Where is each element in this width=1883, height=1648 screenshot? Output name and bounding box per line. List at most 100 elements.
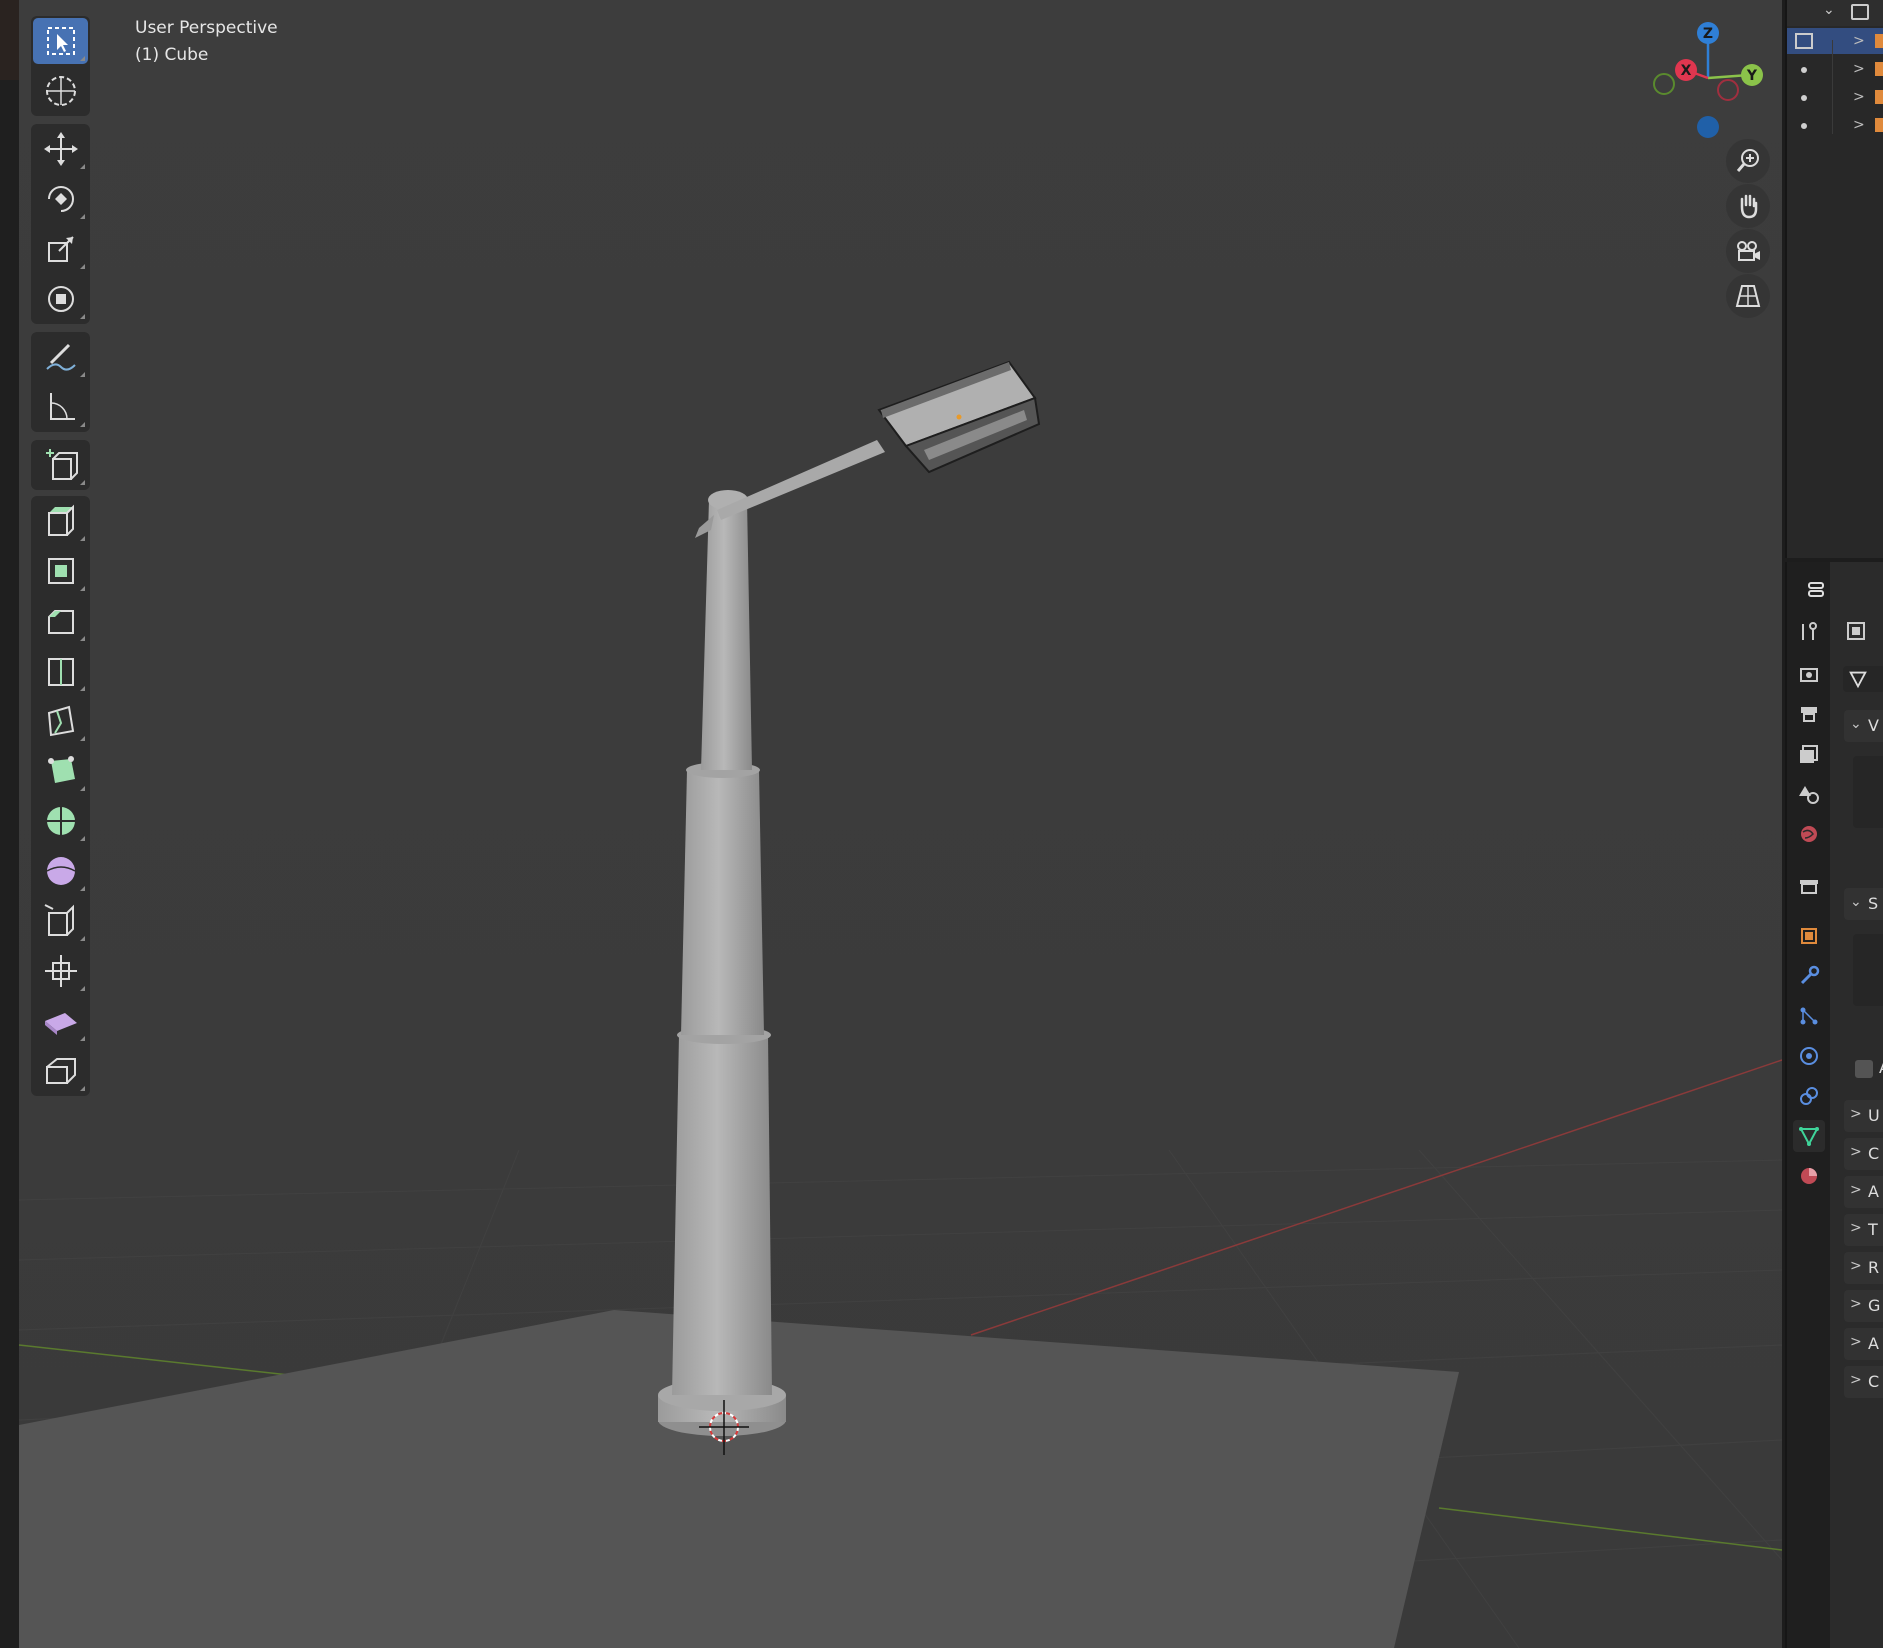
gizmo-y-label: Y [1746,68,1758,84]
tab-output[interactable] [1793,698,1825,730]
auto-smooth-checkbox[interactable] [1855,1060,1873,1078]
expand-icon[interactable]: > [1853,117,1865,133]
left-edge-strip [0,0,19,1648]
knife-tool[interactable] [33,698,88,744]
panel-remesh[interactable]: > R [1844,1252,1883,1284]
tab-particles[interactable] [1793,1000,1825,1032]
tab-render[interactable] [1793,658,1825,690]
tab-object[interactable] [1793,920,1825,952]
tab-scene[interactable] [1793,778,1825,810]
select-box-tool[interactable] [33,18,88,64]
panel-vertex-groups[interactable]: ⌄ V [1844,710,1883,742]
tab-world[interactable] [1793,818,1825,850]
shear-icon [44,1013,77,1035]
tab-collection[interactable] [1793,870,1825,902]
cursor-icon [45,76,76,106]
spin-tool[interactable] [33,798,88,844]
mesh-data-small-icon [1849,671,1867,689]
pan-button[interactable] [1726,184,1770,228]
tab-data[interactable] [1793,1120,1825,1152]
gizmo-neg-y[interactable] [1653,73,1675,95]
shape-keys-list[interactable] [1853,934,1883,1006]
perspective-toggle-button[interactable] [1726,274,1770,318]
panel-texture-space[interactable]: > T [1844,1214,1883,1246]
rip-region-tool[interactable] [33,1048,88,1094]
outliner-panel: ⌄ > > > > [1785,0,1883,558]
panel-animation[interactable]: > A [1844,1328,1883,1360]
blender-window: User Perspective (1) Cube Z Y X ⌄ > > > … [0,0,1883,1648]
expand-icon[interactable]: > [1853,61,1865,77]
scale-tool[interactable] [33,226,88,272]
gizmo-x-label: X [1681,63,1692,79]
extrude-tool[interactable] [33,498,88,544]
zoom-button[interactable] [1726,139,1770,183]
chevron-right-icon: > [1850,1144,1862,1160]
physics-icon [1800,1047,1818,1065]
camera-view-button[interactable] [1726,229,1770,273]
inset-icon [47,558,74,584]
move-tool[interactable] [33,126,88,172]
3d-viewport[interactable]: User Perspective (1) Cube [19,0,1782,1648]
gizmo-neg-z[interactable] [1697,116,1719,138]
bevel-tool[interactable] [33,598,88,644]
vertex-groups-list[interactable] [1853,756,1883,828]
transform-tool[interactable] [33,276,88,322]
panel-shape-keys[interactable]: ⌄ S [1844,888,1883,920]
view-layer-icon [1800,745,1818,763]
outliner-header: ⌄ [1787,0,1883,26]
shrink-fatten-tool[interactable] [33,948,88,994]
panel-geometry-data[interactable]: > G [1844,1290,1883,1322]
tab-tool[interactable] [1793,616,1825,648]
tab-material[interactable] [1793,1160,1825,1192]
gizmo-neg-x[interactable] [1717,79,1739,101]
panel-uv-maps[interactable]: > U [1844,1100,1883,1132]
object-data-icon [1795,33,1813,49]
annotate-tool[interactable] [33,334,88,380]
spin-icon [46,807,75,835]
inset-tool[interactable] [33,548,88,594]
measure-tool[interactable] [33,384,88,430]
rotate-tool[interactable] [33,176,88,222]
smooth-icon [46,857,75,885]
shear-tool[interactable] [33,998,88,1044]
loop-cut-icon [47,658,74,686]
outliner-row[interactable]: > [1787,84,1883,110]
ruler-icon [49,393,75,420]
chevron-right-icon: > [1850,1182,1862,1198]
chevron-down-icon[interactable]: ⌄ [1823,2,1835,18]
tab-modifiers[interactable] [1793,960,1825,992]
rotate-icon [47,186,74,212]
scene-render [19,0,1782,1648]
poly-build-tool[interactable] [33,748,88,794]
panel-custom-properties[interactable]: > C [1844,1366,1883,1398]
expand-icon[interactable]: > [1853,33,1865,49]
expand-icon[interactable]: > [1853,89,1865,105]
checkbox-label: A [1879,1058,1883,1077]
edge-slide-tool[interactable] [33,898,88,944]
constraint-icon [1800,1087,1818,1105]
add-cube-icon [45,449,78,480]
outliner-row[interactable]: > [1787,28,1883,54]
outliner-row[interactable]: > [1787,112,1883,138]
editor-type-button[interactable] [1795,574,1841,606]
smooth-tool[interactable] [33,848,88,894]
cursor-tool[interactable] [33,68,88,114]
chevron-right-icon: > [1850,1220,1862,1236]
panel-color-attributes[interactable]: > C [1844,1138,1883,1170]
outliner-row[interactable]: > [1787,56,1883,82]
navigation-gizmo[interactable]: Z Y X [1648,18,1778,143]
chevron-right-icon: > [1850,1372,1862,1388]
tab-constraints[interactable] [1793,1080,1825,1112]
object-selector-icon[interactable] [1845,620,1867,642]
add-cube-tool[interactable] [33,442,88,488]
wrench-icon [1800,965,1820,985]
tab-physics[interactable] [1793,1040,1825,1072]
collection-tab-icon [1800,880,1818,894]
tab-view-layer[interactable] [1793,738,1825,770]
material-icon [1801,1168,1817,1184]
mesh-data-selector[interactable] [1843,666,1883,692]
panel-attributes[interactable]: > A [1844,1176,1883,1208]
particles-icon [1800,1007,1818,1025]
loop-cut-tool[interactable] [33,648,88,694]
tool-icon [1802,622,1817,640]
